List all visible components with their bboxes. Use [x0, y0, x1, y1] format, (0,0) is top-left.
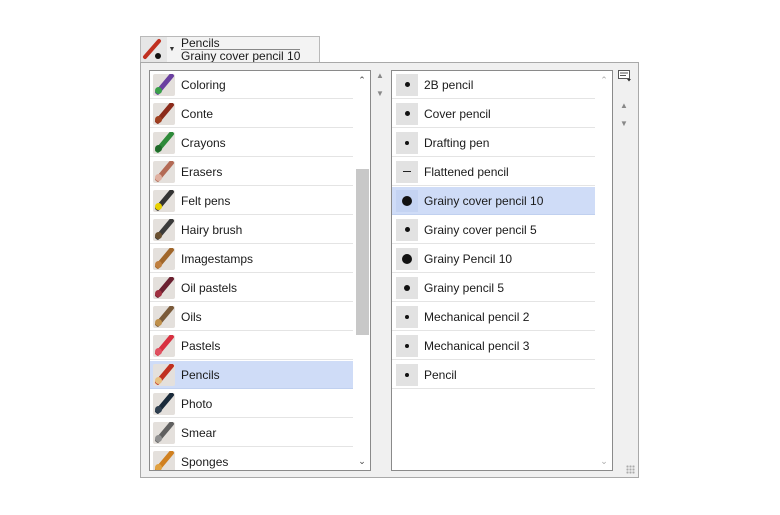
variant-label: Grainy pencil 5	[424, 280, 505, 295]
category-item[interactable]: Pastels	[150, 332, 353, 360]
erasers-icon	[153, 160, 175, 183]
variant-item[interactable]: Mechanical pencil 3	[392, 332, 595, 360]
brush-dab-icon	[396, 73, 418, 96]
variant-label: Flattened pencil	[424, 164, 509, 179]
variant-item[interactable]: Grainy cover pencil 10	[392, 187, 595, 215]
sponges-icon	[153, 450, 175, 470]
category-label: Oil pastels	[181, 280, 238, 295]
category-label: Imagestamps	[181, 251, 254, 266]
variant-item[interactable]: Mechanical pencil 2	[392, 303, 595, 331]
chevron-down-icon[interactable]: ⌄	[354, 454, 370, 468]
chevron-up-icon[interactable]: ⌃	[596, 73, 612, 87]
category-item[interactable]: Sponges	[150, 448, 353, 470]
variant-label: Grainy cover pencil 10	[424, 193, 544, 208]
variant-label: Cover pencil	[424, 106, 491, 121]
coloring-icon	[153, 73, 175, 96]
chevron-up-icon[interactable]: ⌃	[354, 73, 370, 87]
category-item[interactable]: Smear	[150, 419, 353, 447]
variant-label: Pencil	[424, 367, 457, 382]
scrollbar-thumb[interactable]	[356, 169, 369, 335]
category-label: Conte	[181, 106, 214, 121]
variant-label: 2B pencil	[424, 77, 474, 92]
category-item[interactable]: Coloring	[150, 71, 353, 99]
category-label: Photo	[181, 396, 213, 411]
category-item[interactable]: Erasers	[150, 158, 353, 186]
variant-item[interactable]: 2B pencil	[392, 71, 595, 99]
move-down-icon[interactable]: ▼	[374, 89, 386, 98]
brush-dab-icon	[396, 247, 418, 270]
variant-list-scrollbar[interactable]: ⌃ ⌄	[596, 71, 612, 470]
menu-options-icon[interactable]	[618, 70, 632, 82]
brush-selector[interactable]: ▼ Pencils Grainy cover pencil 10	[140, 36, 320, 63]
variant-label: Mechanical pencil 3	[424, 338, 530, 353]
chevron-down-icon[interactable]: ▼	[167, 37, 177, 62]
category-item[interactable]: Conte	[150, 100, 353, 128]
variant-item[interactable]: Grainy pencil 5	[392, 274, 595, 302]
category-label: Pencils	[181, 367, 220, 382]
variant-label: Grainy Pencil 10	[424, 251, 513, 266]
hairy-brush-icon	[153, 218, 175, 241]
chevron-down-icon[interactable]: ⌄	[596, 454, 612, 468]
category-item[interactable]: Oil pastels	[150, 274, 353, 302]
category-item[interactable]: Hairy brush	[150, 216, 353, 244]
felt-pens-icon	[153, 189, 175, 212]
oil-pastels-icon	[153, 276, 175, 299]
pencils-icon	[153, 363, 175, 386]
resize-grip[interactable]	[626, 465, 635, 474]
brush-library-panel: Sponges Smear Photo Pencils Pastels Oils Oil p…	[140, 62, 639, 478]
pastels-icon	[153, 334, 175, 357]
category-label: Sponges	[181, 454, 229, 469]
category-label: Crayons	[181, 135, 226, 150]
brush-dab-icon	[396, 160, 418, 183]
category-label: Hairy brush	[181, 222, 243, 237]
oils-icon	[153, 305, 175, 328]
variant-item[interactable]: Drafting pen	[392, 129, 595, 157]
category-label: Felt pens	[181, 193, 231, 208]
category-list-scrollbar[interactable]: ⌃ ⌄	[354, 71, 370, 470]
variant-item[interactable]: Pencil	[392, 361, 595, 389]
category-item[interactable]: Crayons	[150, 129, 353, 157]
variant-label: Drafting pen	[424, 135, 490, 150]
variant-label: Mechanical pencil 2	[424, 309, 530, 324]
imagestamps-icon	[153, 247, 175, 270]
category-label: Pastels	[181, 338, 221, 353]
category-label: Oils	[181, 309, 202, 324]
variant-item[interactable]: Grainy cover pencil 5	[392, 216, 595, 244]
pencil-category-icon[interactable]	[141, 37, 167, 63]
move-down-icon[interactable]: ▼	[618, 119, 630, 128]
category-label: Smear	[181, 425, 217, 440]
brush-dab-icon	[396, 102, 418, 125]
category-label: Coloring	[181, 77, 226, 92]
selected-variant-label: Grainy cover pencil 10	[181, 49, 301, 63]
variant-item[interactable]: Grainy Pencil 10	[392, 245, 595, 273]
category-item[interactable]: Felt pens	[150, 187, 353, 215]
variant-item[interactable]: Flattened pencil	[392, 158, 595, 186]
brush-dab-icon	[396, 334, 418, 357]
brush-dab-icon	[396, 189, 418, 212]
smear-icon	[153, 421, 175, 444]
crayons-icon	[153, 131, 175, 154]
variant-label: Grainy cover pencil 5	[424, 222, 537, 237]
brush-dab-icon	[396, 363, 418, 386]
category-item[interactable]: Photo	[150, 390, 353, 418]
brush-dab-icon	[396, 276, 418, 299]
photo-icon	[153, 392, 175, 415]
variant-list[interactable]: Pencil Mechanical pencil 3 Mechanical penc…	[391, 70, 613, 471]
move-up-icon[interactable]: ▲	[618, 101, 630, 110]
category-item[interactable]: Oils	[150, 303, 353, 331]
brush-dab-icon	[396, 131, 418, 154]
category-item[interactable]: Imagestamps	[150, 245, 353, 273]
move-up-icon[interactable]: ▲	[374, 71, 386, 80]
category-label: Erasers	[181, 164, 223, 179]
variant-item[interactable]: Cover pencil	[392, 100, 595, 128]
brush-dab-icon	[396, 305, 418, 328]
conte-icon	[153, 102, 175, 125]
brush-dab-icon	[396, 218, 418, 241]
category-item[interactable]: Pencils	[150, 361, 353, 389]
category-list[interactable]: Sponges Smear Photo Pencils Pastels Oils Oil p…	[149, 70, 371, 471]
